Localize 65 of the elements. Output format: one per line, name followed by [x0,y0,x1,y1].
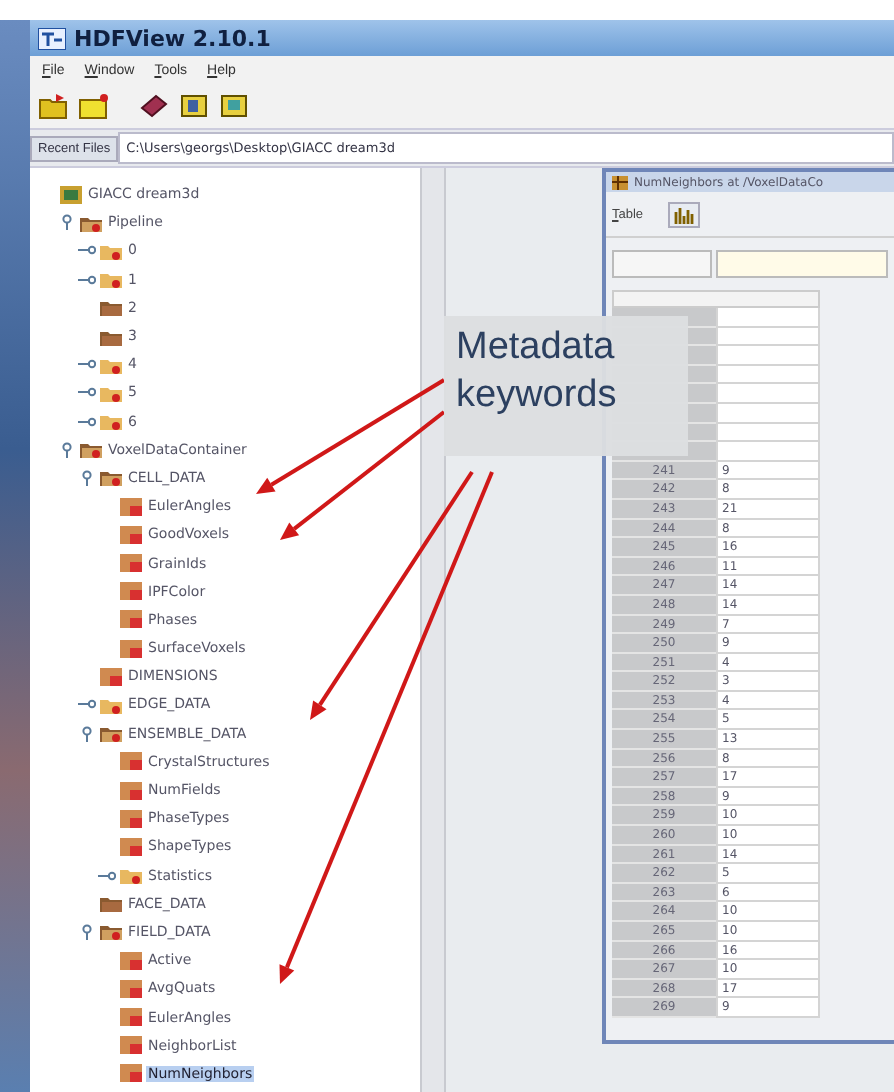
folder-icon [100,270,122,289]
window-title: HDFView 2.10.1 [74,25,271,51]
expanded-toggle-icon[interactable] [58,214,76,231]
collapsed-toggle-icon[interactable] [78,413,96,430]
folder-icon [100,894,122,913]
table-cell [716,403,820,424]
dataset-icon [120,979,142,998]
table-cell [716,327,820,347]
folder-icon [100,922,122,941]
table-cell [716,346,820,366]
expanded-toggle-icon[interactable] [78,923,96,940]
folder-icon[interactable] [78,92,110,120]
dataset-icon [100,667,122,686]
collapsed-toggle-icon[interactable] [78,242,96,259]
folder-icon [100,412,122,431]
folder-icon [80,440,102,459]
dataset-icon [120,1036,142,1055]
dataset-icon [120,1008,142,1027]
cell-index-field[interactable] [612,250,712,278]
collapsed-toggle-icon[interactable] [78,696,96,713]
expanded-toggle-icon[interactable] [78,725,96,742]
collapsed-toggle-icon[interactable] [78,356,96,373]
collapsed-toggle-icon[interactable] [78,384,96,401]
dataset-icon [120,525,142,544]
folder-icon [100,695,122,714]
dataset-icon [120,837,142,856]
folder-icon [100,468,122,487]
chart-button[interactable] [667,201,700,227]
expanded-toggle-icon[interactable] [58,441,76,458]
table-cell [716,423,820,443]
bar-chart-icon [673,205,694,223]
folder-icon [100,298,122,317]
dataset-icon [120,554,142,573]
file-icon [60,185,82,204]
table-cell [716,365,820,385]
cell-value-field[interactable] [716,250,888,278]
dataset-icon [120,1064,142,1083]
document-icon[interactable] [178,92,210,120]
folder-icon [120,866,142,885]
dataset-icon [120,497,142,516]
folder-icon [80,213,102,232]
dataset-icon [120,951,142,970]
folder-icon [100,383,122,402]
folder-icon [100,724,122,743]
dataset-icon [120,610,142,629]
table-icon [612,175,628,189]
collapsed-toggle-icon[interactable] [78,271,96,288]
expanded-toggle-icon[interactable] [78,469,96,486]
document-icon[interactable] [218,92,250,120]
table-cell [716,442,820,462]
folder-icon [100,355,122,374]
folder-icon [100,327,122,346]
scrollbar[interactable] [420,168,446,1092]
app-icon [38,27,66,49]
table-cell [716,308,820,328]
dataset-icon [120,582,142,601]
dataset-icon [120,781,142,800]
dataset-icon [120,752,142,771]
dataset-icon [120,809,142,828]
dataset-icon [120,639,142,658]
folder-icon [100,241,122,260]
callout-label: Metadata keywords [444,316,688,456]
open-file-icon[interactable] [38,92,70,120]
collapsed-toggle-icon[interactable] [98,867,116,884]
table-cell [716,384,820,404]
